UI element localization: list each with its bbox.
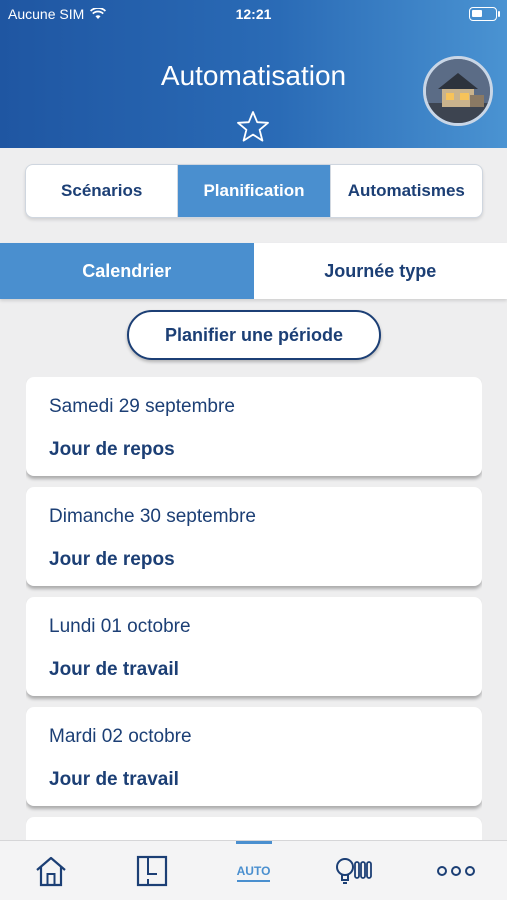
battery-icon: [469, 7, 500, 21]
tab-home[interactable]: [0, 841, 101, 900]
day-type: Jour de travail: [49, 769, 179, 790]
tab-rooms[interactable]: [101, 841, 202, 900]
day-type: Jour de repos: [49, 549, 175, 570]
house-icon: [35, 856, 66, 886]
day-date: Mardi 02 octobre: [49, 726, 192, 747]
tab-journee-type[interactable]: Journée type: [254, 243, 507, 299]
more-dots-icon: [437, 865, 476, 876]
tab-devices[interactable]: [304, 841, 405, 900]
plan-period-button[interactable]: Planifier une période: [127, 310, 381, 360]
day-type: Jour de travail: [49, 659, 179, 680]
favorite-star-icon[interactable]: [236, 110, 270, 144]
day-list: Samedi 29 septembre Jour de repos Dimanc…: [26, 377, 482, 840]
calendar-segmented-control: Calendrier Journée type: [0, 243, 507, 299]
tab-scenarios[interactable]: Scénarios: [26, 165, 179, 217]
mode-segmented-control: Scénarios Planification Automatismes: [25, 164, 483, 218]
tab-planification[interactable]: Planification: [178, 165, 331, 217]
auto-label: AUTO: [236, 864, 271, 882]
tab-more[interactable]: [406, 841, 507, 900]
day-card[interactable]: Mardi 02 octobre Jour de travail: [26, 707, 482, 806]
day-card[interactable]: Dimanche 30 septembre Jour de repos: [26, 487, 482, 586]
tab-auto[interactable]: AUTO: [203, 841, 304, 900]
day-date: Samedi 29 septembre: [49, 396, 235, 417]
day-date: Lundi 01 octobre: [49, 616, 191, 637]
bulb-radiator-icon: [335, 857, 372, 884]
day-card[interactable]: Lundi 01 octobre Jour de travail: [26, 597, 482, 696]
status-bar: Aucune SIM 12:21: [0, 0, 507, 28]
day-card-partial[interactable]: [26, 817, 482, 840]
tab-automatismes[interactable]: Automatismes: [331, 165, 482, 217]
day-card[interactable]: Samedi 29 septembre Jour de repos: [26, 377, 482, 476]
home-avatar[interactable]: [423, 56, 493, 126]
day-date: Dimanche 30 septembre: [49, 506, 256, 527]
bottom-tab-bar: AUTO: [0, 840, 507, 900]
floorplan-icon: [137, 855, 168, 886]
tab-calendrier[interactable]: Calendrier: [0, 243, 254, 299]
day-type: Jour de repos: [49, 439, 175, 460]
status-time: 12:21: [235, 6, 272, 22]
app-header: Aucune SIM 12:21 Automatisation: [0, 0, 507, 148]
house-photo-icon: [426, 59, 490, 123]
